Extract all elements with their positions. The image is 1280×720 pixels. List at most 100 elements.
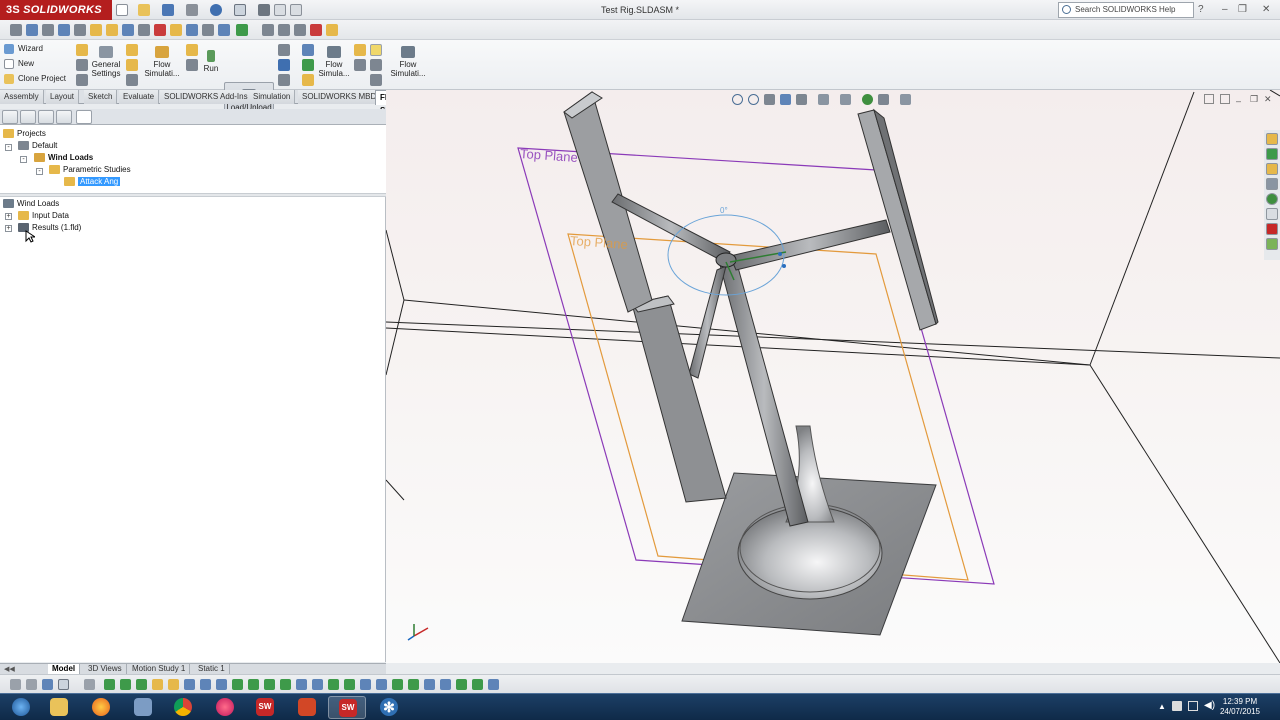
- appearances-icon[interactable]: [1266, 193, 1278, 205]
- save-icon[interactable]: [162, 4, 174, 16]
- ribbon-icon[interactable]: [186, 59, 198, 71]
- flow-tool-icon[interactable]: [74, 24, 86, 36]
- stop-icon[interactable]: [310, 24, 322, 36]
- filter-icon[interactable]: [120, 679, 131, 690]
- open-folder-icon[interactable]: [138, 4, 150, 16]
- project-icon[interactable]: [76, 44, 88, 56]
- display-manager-tab-icon[interactable]: [56, 110, 72, 124]
- flow-tool-icon[interactable]: [106, 24, 118, 36]
- tab-layout[interactable]: Layout: [46, 90, 80, 104]
- flow-tool-icon[interactable]: [42, 24, 54, 36]
- filter-icon[interactable]: [152, 679, 163, 690]
- flow-tool-icon[interactable]: [10, 24, 22, 36]
- zoom-to-area-icon[interactable]: [748, 94, 759, 105]
- project-icon[interactable]: [76, 74, 88, 86]
- file-explorer-icon[interactable]: [1266, 163, 1278, 175]
- expand-icon[interactable]: +: [5, 225, 12, 232]
- filter-icon[interactable]: [26, 679, 37, 690]
- undo-icon[interactable]: [210, 4, 222, 16]
- project-icon[interactable]: [76, 59, 88, 71]
- filter-icon[interactable]: [280, 679, 291, 690]
- view-orientation-icon[interactable]: [796, 94, 807, 105]
- filter-icon[interactable]: [42, 679, 53, 690]
- ribbon-icon[interactable]: [126, 74, 138, 86]
- feature-tree-tab-icon[interactable]: [2, 110, 18, 124]
- filter-icon[interactable]: [488, 679, 499, 690]
- filter-icon[interactable]: [344, 679, 355, 690]
- tray-expand-icon[interactable]: ▲: [1158, 702, 1166, 711]
- tab-evaluate[interactable]: Evaluate: [119, 90, 160, 104]
- tab-solidworks-add-ins[interactable]: SOLIDWORKS Add-Ins: [160, 90, 253, 104]
- flow-tool-icon[interactable]: [326, 24, 338, 36]
- lightbulb-icon[interactable]: [370, 44, 382, 56]
- expand-icon[interactable]: +: [5, 213, 12, 220]
- flow-tool-icon[interactable]: [278, 24, 290, 36]
- new-button[interactable]: New: [2, 59, 34, 69]
- filter-icon[interactable]: [168, 679, 179, 690]
- display-style-icon[interactable]: [818, 94, 829, 105]
- tray-flag-icon[interactable]: [1172, 701, 1182, 711]
- tree-projects[interactable]: Projects: [3, 128, 46, 139]
- help-icon[interactable]: ?: [1198, 4, 1204, 16]
- flow-tool-icon[interactable]: [294, 24, 306, 36]
- flow-simulation-button-1[interactable]: Flow Simulati...: [142, 46, 182, 78]
- ribbon-icon[interactable]: [354, 44, 366, 56]
- filter-icon[interactable]: [248, 679, 259, 690]
- collapse-icon[interactable]: -: [36, 168, 43, 175]
- view-settings-icon[interactable]: [900, 94, 911, 105]
- file-properties-icon[interactable]: [274, 4, 286, 16]
- tree-wind-loads[interactable]: Wind Loads: [34, 152, 93, 163]
- taskbar-solidworks-active[interactable]: SW: [328, 696, 366, 719]
- collapse-icon[interactable]: -: [20, 156, 27, 163]
- ribbon-icon[interactable]: [302, 44, 314, 56]
- close-icon[interactable]: ✕: [1262, 4, 1270, 16]
- filter-icon[interactable]: [10, 679, 21, 690]
- filter-icon[interactable]: [232, 679, 243, 690]
- filter-icon[interactable]: [264, 679, 275, 690]
- taskbar-solidworks[interactable]: SW: [246, 696, 284, 719]
- view-palette-icon[interactable]: [1266, 178, 1278, 190]
- viewport-close-icon[interactable]: ✕: [1264, 94, 1272, 105]
- general-settings-button[interactable]: General Settings: [90, 46, 122, 78]
- filter-icon[interactable]: [440, 679, 451, 690]
- ribbon-icon[interactable]: [278, 44, 290, 56]
- taskbar-snowflake-app[interactable]: ✻: [370, 696, 408, 719]
- filter-icon[interactable]: [84, 679, 95, 690]
- flow-tool-icon[interactable]: [236, 24, 248, 36]
- run-button[interactable]: Run: [202, 50, 220, 73]
- warning-icon[interactable]: [170, 24, 182, 36]
- collapse-icon[interactable]: -: [5, 144, 12, 151]
- tree-attack-ang[interactable]: Attack Ang: [64, 176, 121, 187]
- sum-icon[interactable]: [138, 24, 150, 36]
- flow-tool-icon[interactable]: [262, 24, 274, 36]
- filter-icon[interactable]: [456, 679, 467, 690]
- options-icon[interactable]: [290, 4, 302, 16]
- flow-simulation-button-3[interactable]: Flow Simulati...: [388, 46, 428, 78]
- viewport-restore-icon[interactable]: ❐: [1250, 94, 1258, 105]
- flow-tool-icon[interactable]: [202, 24, 214, 36]
- filter-icon[interactable]: [392, 679, 403, 690]
- flow-tool-icon[interactable]: [186, 24, 198, 36]
- tree-default[interactable]: Default: [18, 140, 57, 151]
- ribbon-icon[interactable]: [370, 59, 382, 71]
- taskbar-file-manager[interactable]: [124, 696, 162, 719]
- property-manager-tab-icon[interactable]: [20, 110, 36, 124]
- flow-tool-icon[interactable]: [90, 24, 102, 36]
- filter-icon[interactable]: [312, 679, 323, 690]
- tab-simulation[interactable]: Simulation: [249, 90, 296, 104]
- design-library-icon[interactable]: [1266, 148, 1278, 160]
- viewport-tile-icon[interactable]: [1220, 94, 1230, 104]
- select-pointer-icon[interactable]: [234, 4, 246, 16]
- solidworks-forum-icon[interactable]: [1266, 223, 1278, 235]
- ribbon-icon[interactable]: [302, 59, 314, 71]
- flow-simulation-button-2[interactable]: Flow Simula...: [316, 46, 352, 78]
- start-button[interactable]: [2, 696, 40, 719]
- solidworks-resources-icon[interactable]: [1266, 133, 1278, 145]
- previous-view-icon[interactable]: [764, 94, 775, 105]
- filter-icon[interactable]: [216, 679, 227, 690]
- ribbon-icon[interactable]: [278, 74, 290, 86]
- ribbon-icon[interactable]: [126, 44, 138, 56]
- tree-input-data[interactable]: Input Data: [18, 210, 69, 221]
- flow-tool-icon[interactable]: [154, 24, 166, 36]
- edit-appearance-icon[interactable]: [862, 94, 873, 105]
